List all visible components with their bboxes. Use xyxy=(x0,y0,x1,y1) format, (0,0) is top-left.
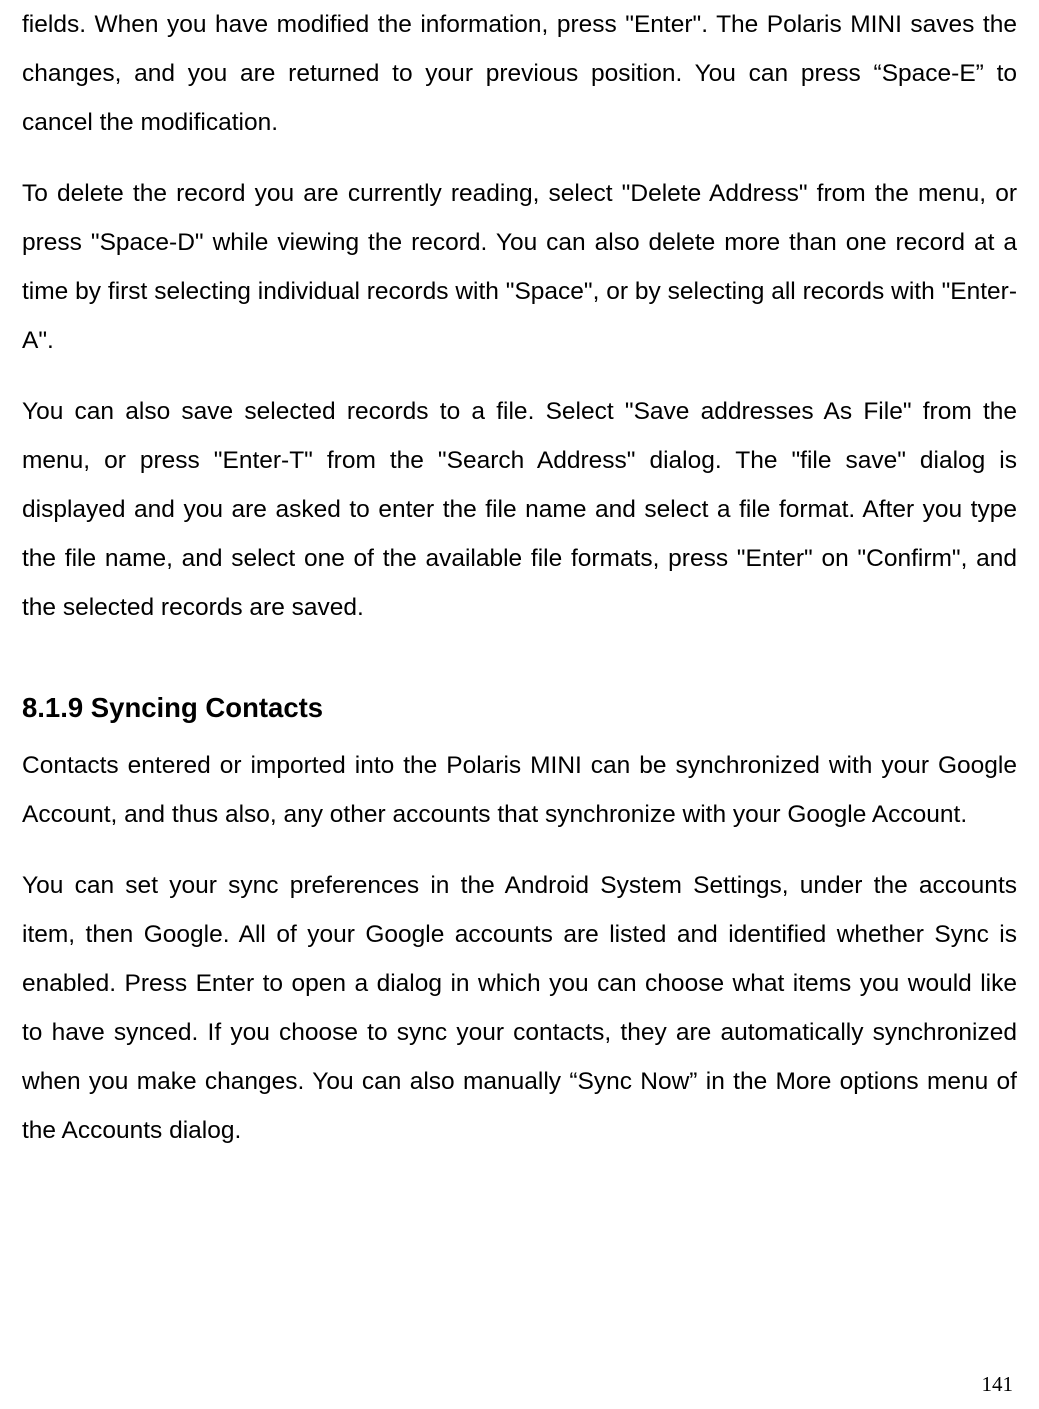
body-paragraph: You can also save selected records to a … xyxy=(22,387,1017,632)
body-paragraph: You can set your sync preferences in the… xyxy=(22,861,1017,1155)
body-paragraph: To delete the record you are currently r… xyxy=(22,169,1017,365)
body-paragraph: Contacts entered or imported into the Po… xyxy=(22,741,1017,839)
body-paragraph: fields. When you have modified the infor… xyxy=(22,0,1017,147)
page-number: 141 xyxy=(982,1372,1014,1397)
section-heading: 8.1.9 Syncing Contacts xyxy=(22,680,1017,735)
document-content: fields. When you have modified the infor… xyxy=(22,0,1017,1155)
